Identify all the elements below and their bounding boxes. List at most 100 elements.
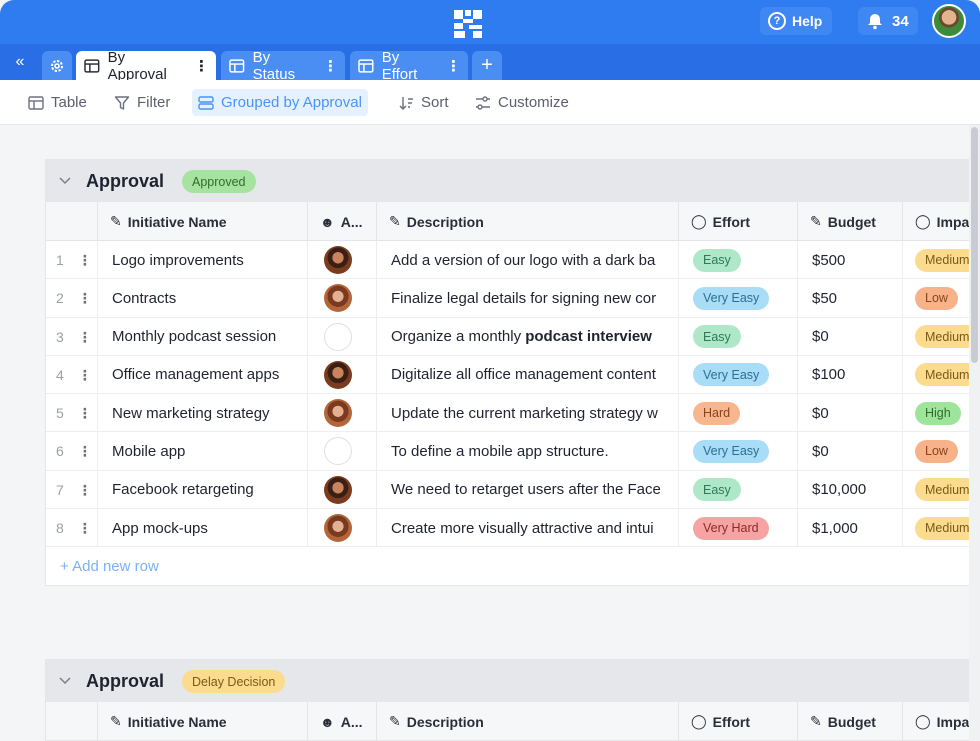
scrollbar-thumb[interactable] — [971, 127, 978, 363]
table-row[interactable]: 7 ⋮ Facebook retargeting We need to retarge… — [46, 470, 980, 510]
row-menu-icon[interactable]: ⋮ — [78, 253, 92, 267]
assignee-cell[interactable] — [307, 509, 376, 548]
column-budget[interactable]: ✎ Budget — [797, 202, 902, 241]
row-number-cell: 2 ⋮ — [46, 279, 97, 317]
table-view-button[interactable]: Table — [22, 89, 93, 116]
column-label: Description — [406, 713, 484, 730]
tab-menu-icon[interactable]: ⋮ — [194, 57, 209, 75]
description-cell[interactable]: Create more visually attractive and intu… — [376, 509, 678, 548]
column-assignee[interactable]: ☻ A... — [307, 702, 376, 741]
assignee-cell[interactable] — [307, 470, 376, 509]
effort-cell[interactable]: Hard — [678, 394, 797, 433]
effort-cell[interactable]: Easy — [678, 470, 797, 509]
description-text: To define a mobile app structure. — [391, 442, 609, 460]
row-number-cell: 3 ⋮ — [46, 318, 97, 356]
group-header: Approval Approved — [46, 160, 980, 202]
description-cell[interactable]: Organize a monthly podcast interview — [376, 317, 678, 356]
effort-cell[interactable]: Very Easy — [678, 355, 797, 394]
avatar — [324, 437, 352, 466]
table-row[interactable]: 5 ⋮ New marketing strategy Update the curre… — [46, 394, 980, 433]
row-menu-icon[interactable]: ⋮ — [78, 406, 92, 420]
row-menu-icon[interactable]: ⋮ — [78, 291, 92, 305]
column-assignee[interactable]: ☻ A... — [307, 202, 376, 241]
description-cell[interactable]: Finalize legal details for signing new c… — [376, 279, 678, 318]
initiative-name-cell[interactable]: Office management apps — [97, 355, 307, 394]
initiative-name-cell[interactable]: Mobile app — [97, 432, 307, 471]
table-row[interactable]: 4 ⋮ Office management apps Digitalize all o… — [46, 355, 980, 395]
user-avatar[interactable] — [932, 4, 966, 38]
description-bold-text: podcast interview — [525, 328, 652, 346]
sort-button[interactable]: Sort — [392, 89, 455, 116]
budget-cell[interactable]: $0 — [797, 432, 902, 471]
group-by-button[interactable]: Grouped by Approval — [192, 89, 368, 116]
collapse-sidebar-icon[interactable]: « — [6, 50, 34, 74]
budget-cell[interactable]: $0 — [797, 394, 902, 433]
effort-cell[interactable]: Very Hard — [678, 509, 797, 548]
description-cell[interactable]: To define a mobile app structure. — [376, 432, 678, 471]
effort-cell[interactable]: Very Easy — [678, 432, 797, 471]
assignee-cell[interactable] — [307, 317, 376, 356]
row-number: 1 — [56, 252, 64, 268]
customize-button[interactable]: Customize — [469, 89, 575, 116]
table-row[interactable]: 1 ⋮ Logo improvements Add a version of our … — [46, 241, 980, 280]
assignee-cell[interactable] — [307, 355, 376, 394]
assignee-cell[interactable] — [307, 394, 376, 433]
column-effort[interactable]: ◯ Effort — [678, 702, 797, 741]
chevron-down-icon[interactable] — [58, 173, 72, 187]
assignee-cell[interactable] — [307, 241, 376, 279]
table-row[interactable]: 3 ⋮ Monthly podcast session Organize a mont… — [46, 317, 980, 356]
budget-cell[interactable]: $0 — [797, 317, 902, 356]
budget-cell[interactable]: $1,000 — [797, 509, 902, 548]
chevron-down-icon[interactable] — [58, 673, 72, 687]
effort-cell[interactable]: Easy — [678, 317, 797, 356]
column-effort[interactable]: ◯ Effort — [678, 202, 797, 241]
table-row[interactable]: 8 ⋮ App mock-ups Create more visually attra… — [46, 509, 980, 548]
filter-button[interactable]: Filter — [108, 89, 176, 116]
budget-cell[interactable]: $50 — [797, 279, 902, 318]
effort-cell[interactable]: Easy — [678, 241, 797, 279]
tab-by-approval[interactable]: By Approval ⋮ — [76, 49, 216, 83]
row-menu-icon[interactable]: ⋮ — [78, 444, 92, 458]
help-button[interactable]: ? Help — [760, 7, 833, 35]
budget-cell[interactable]: $10,000 — [797, 470, 902, 509]
row-menu-icon[interactable]: ⋮ — [78, 368, 92, 382]
tab-menu-icon[interactable]: ⋮ — [323, 57, 338, 75]
table-row[interactable]: 6 ⋮ Mobile app To define a mobile app struc… — [46, 432, 980, 471]
app-logo-icon[interactable] — [454, 10, 482, 38]
description-cell[interactable]: Digitalize all office management content — [376, 355, 678, 394]
initiative-name-cell[interactable]: Contracts — [97, 279, 307, 318]
assignee-cell[interactable] — [307, 279, 376, 318]
initiative-name-cell[interactable]: Logo improvements — [97, 241, 307, 279]
tab-by-effort[interactable]: By Effort ⋮ — [350, 49, 468, 83]
group-approved: Approval Approved ✎ Initiative Name ☻ A...… — [45, 159, 980, 586]
initiative-name-cell[interactable]: Facebook retargeting — [97, 470, 307, 509]
tab-by-status[interactable]: By Status ⋮ — [221, 49, 345, 83]
description-cell[interactable]: We need to retarget users after the Face — [376, 470, 678, 509]
column-description[interactable]: ✎ Description — [376, 202, 678, 241]
row-menu-icon[interactable]: ⋮ — [78, 521, 92, 535]
table-row[interactable]: 2 ⋮ Contracts Finalize legal details for si… — [46, 279, 980, 318]
budget-cell[interactable]: $500 — [797, 241, 902, 279]
budget-cell[interactable]: $100 — [797, 355, 902, 394]
add-tab-plus-icon[interactable]: + — [472, 51, 502, 80]
description-cell[interactable]: Update the current marketing strategy w — [376, 394, 678, 433]
notifications-button[interactable]: 34 — [858, 7, 918, 35]
vertical-scrollbar[interactable] — [969, 125, 980, 741]
effort-badge: Easy — [693, 248, 741, 272]
row-menu-icon[interactable]: ⋮ — [78, 330, 92, 344]
tab-menu-icon[interactable]: ⋮ — [446, 57, 461, 75]
row-menu-icon[interactable]: ⋮ — [78, 483, 92, 497]
column-description[interactable]: ✎ Description — [376, 702, 678, 741]
settings-gear-icon[interactable] — [42, 51, 72, 80]
effort-cell[interactable]: Very Easy — [678, 279, 797, 318]
initiative-name-cell[interactable]: App mock-ups — [97, 509, 307, 548]
column-initiative-name[interactable]: ✎ Initiative Name — [97, 702, 307, 741]
column-initiative-name[interactable]: ✎ Initiative Name — [97, 202, 307, 241]
add-new-row-button[interactable]: + Add new row — [46, 547, 980, 585]
initiative-name-cell[interactable]: Monthly podcast session — [97, 317, 307, 356]
description-cell[interactable]: Add a version of our logo with a dark ba — [376, 241, 678, 279]
column-budget[interactable]: ✎ Budget — [797, 702, 902, 741]
column-label: Budget — [827, 213, 876, 230]
assignee-cell[interactable] — [307, 432, 376, 471]
initiative-name-cell[interactable]: New marketing strategy — [97, 394, 307, 433]
